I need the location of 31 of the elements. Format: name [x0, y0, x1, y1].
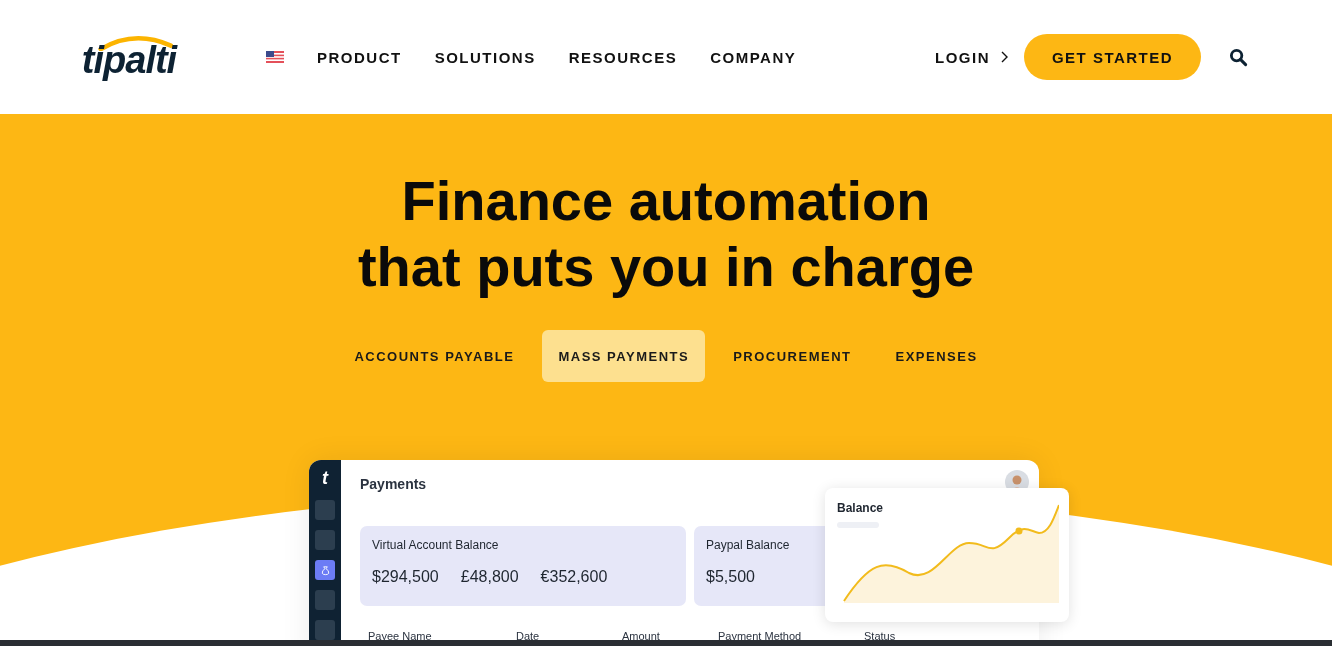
get-started-button[interactable]: GET STARTED [1024, 34, 1201, 80]
tab[interactable]: MASS PAYMENTS [542, 330, 706, 382]
balance-amount: €352,600 [540, 568, 608, 586]
tab[interactable]: PROCUREMENT [717, 330, 868, 382]
balance-amount: $5,500 [706, 568, 755, 586]
column-header: Payment Method [718, 630, 803, 642]
balance-label: Paypal Balance [706, 538, 791, 552]
column-header: Amount [622, 630, 661, 642]
money-bag-icon [319, 564, 331, 576]
column-header: Status [864, 630, 896, 642]
column-header: Date [516, 630, 541, 642]
nav-link[interactable]: COMPANY [710, 48, 797, 66]
tab[interactable]: EXPENSES [879, 330, 994, 382]
search-icon[interactable] [1229, 47, 1248, 67]
nav-link[interactable]: PRODUCT [317, 48, 402, 66]
nav-link[interactable]: RESOURCES [568, 48, 678, 66]
logo[interactable]: tipalti [74, 32, 184, 82]
balance-label: Virtual Account Balance [372, 538, 500, 552]
tab[interactable]: ACCOUNTS PAYABLE [338, 330, 531, 382]
app-logo: t [322, 468, 328, 490]
flag-icon[interactable] [266, 51, 284, 63]
balance-amount: $294,500 [372, 568, 439, 586]
nav-link[interactable]: SOLUTIONS [434, 48, 536, 66]
login-link[interactable]: LOGIN [935, 48, 990, 66]
page-title: Payments [360, 476, 427, 492]
sidebar-item[interactable] [315, 560, 335, 580]
balance-amount: £48,800 [460, 568, 519, 586]
chevron-icon [1000, 51, 1008, 63]
popup-title: Balance [837, 501, 884, 515]
column-header: Payee Name [368, 630, 433, 642]
headline: Finance automation that puts you in charge [357, 168, 975, 300]
